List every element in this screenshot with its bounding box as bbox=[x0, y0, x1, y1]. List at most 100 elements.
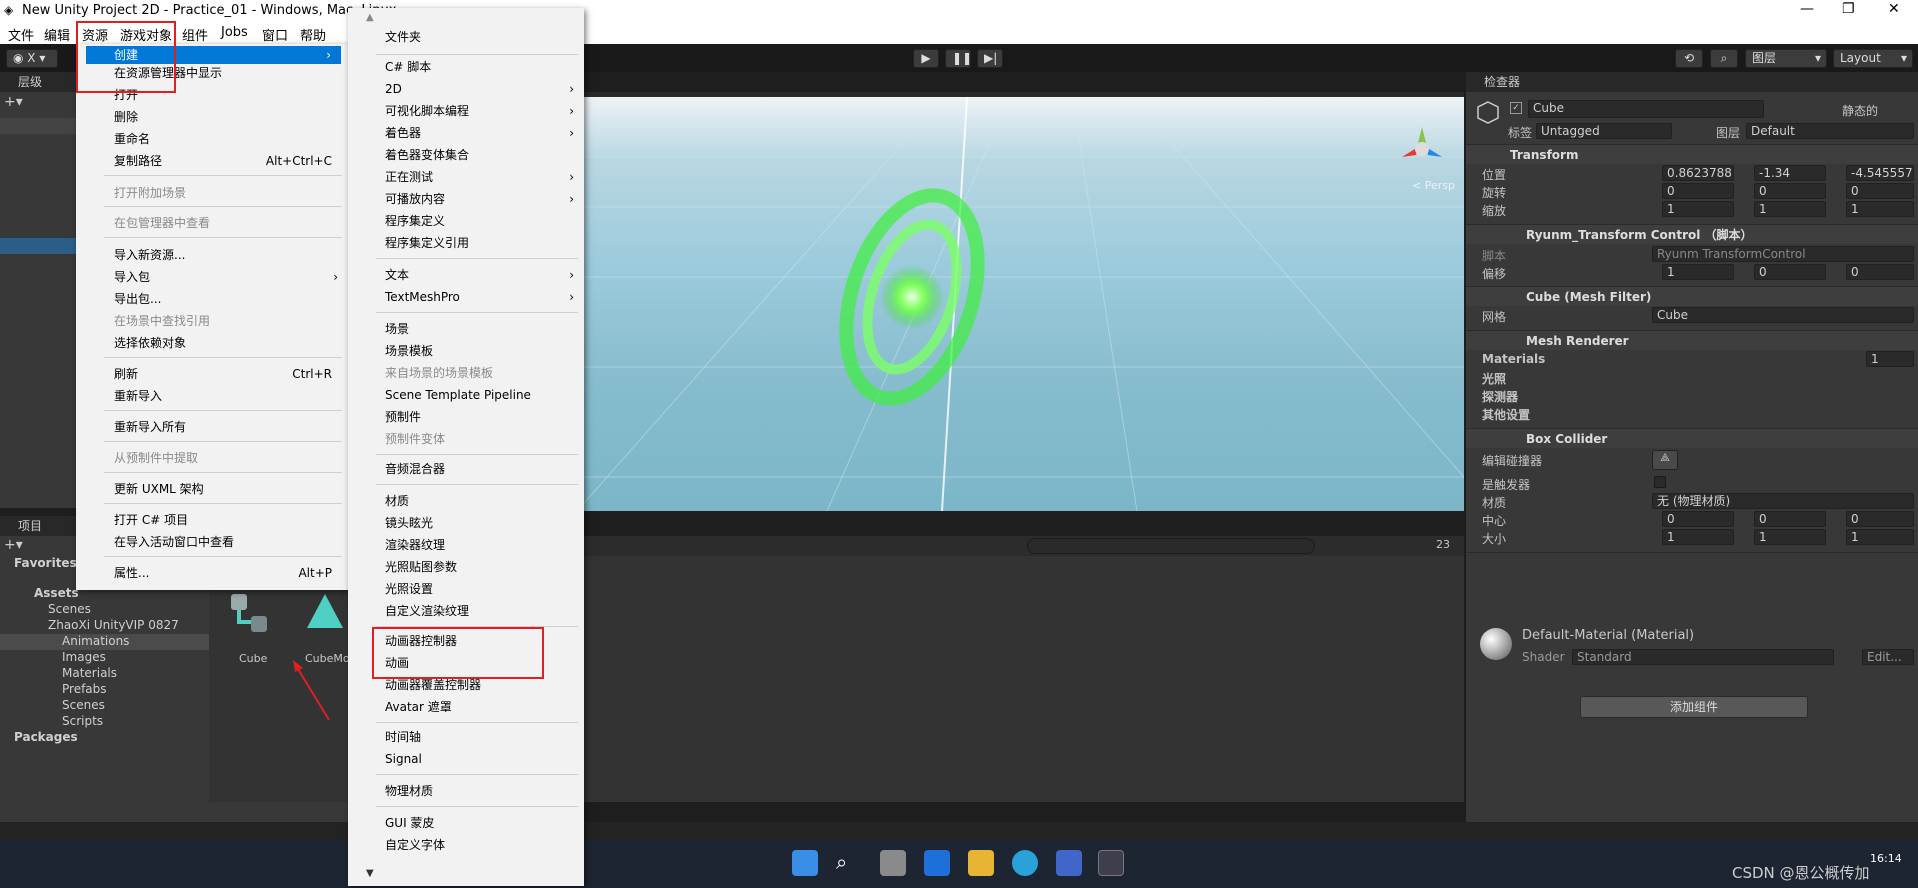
script-component-header[interactable]: Ryunm_Transform Control （脚本） bbox=[1466, 224, 1918, 244]
mesh-renderer-header[interactable]: Mesh Renderer bbox=[1466, 330, 1918, 350]
tag-dropdown[interactable]: Untagged bbox=[1536, 123, 1672, 139]
rot-z[interactable]: 0 bbox=[1846, 183, 1914, 199]
menu-item-copy-path[interactable]: 复制路径 Alt+Ctrl+C bbox=[76, 152, 348, 170]
inspector-tab[interactable]: 检查器 bbox=[1466, 72, 1918, 92]
create-shader-variants[interactable]: 着色器变体集合 bbox=[348, 146, 584, 164]
material-title[interactable]: Default-Material (Material) bbox=[1522, 628, 1694, 643]
close-icon[interactable]: ✕ bbox=[1888, 1, 1900, 17]
create-playables[interactable]: 可播放内容 › bbox=[348, 190, 584, 208]
project-search-input[interactable] bbox=[1027, 538, 1315, 554]
widgets-icon[interactable] bbox=[924, 850, 950, 876]
object-name-field[interactable]: Cube bbox=[1528, 100, 1764, 118]
center-x[interactable]: 0 bbox=[1662, 511, 1734, 527]
create-physic-material[interactable]: 物理材质 bbox=[348, 782, 584, 800]
create-assembly-definition[interactable]: 程序集定义 bbox=[348, 212, 584, 230]
tree-zhaoxi[interactable]: ZhaoXi UnityVIP 0827 bbox=[48, 618, 179, 632]
minimize-icon[interactable]: — bbox=[1800, 1, 1814, 17]
scale-z[interactable]: 1 bbox=[1846, 201, 1914, 217]
menu-help[interactable]: 帮助 bbox=[300, 25, 326, 44]
center-y[interactable]: 0 bbox=[1754, 511, 1826, 527]
create-scene-template-pipeline[interactable]: Scene Template Pipeline bbox=[348, 386, 584, 404]
menu-item-export-package[interactable]: 导出包... bbox=[76, 290, 348, 308]
tree-scenes-sub[interactable]: Scenes bbox=[62, 698, 105, 712]
create-custom-render-texture[interactable]: 自定义渲染纹理 bbox=[348, 602, 584, 620]
taskview-icon[interactable] bbox=[880, 850, 906, 876]
start-icon[interactable] bbox=[792, 850, 818, 876]
center-z[interactable]: 0 bbox=[1846, 511, 1914, 527]
scene-view[interactable]: < Persp bbox=[577, 97, 1464, 511]
persp-label[interactable]: < Persp bbox=[1412, 179, 1455, 192]
menu-item-reimport[interactable]: 重新导入 bbox=[76, 387, 348, 405]
lighting-label[interactable]: 光照 bbox=[1482, 370, 1506, 387]
tree-favorites[interactable]: Favorites bbox=[14, 556, 77, 570]
offset-x[interactable]: 1 bbox=[1662, 264, 1734, 280]
active-checkbox[interactable]: ✓ bbox=[1510, 102, 1522, 114]
static-label[interactable]: 静态的 bbox=[1842, 102, 1878, 119]
create-prefab[interactable]: 预制件 bbox=[348, 408, 584, 426]
store-icon[interactable] bbox=[1056, 850, 1082, 876]
cube-prefab-icon[interactable] bbox=[229, 592, 277, 640]
scale-y[interactable]: 1 bbox=[1754, 201, 1826, 217]
create-scene[interactable]: 场景 bbox=[348, 320, 584, 338]
transform-header[interactable]: Transform bbox=[1466, 144, 1918, 164]
pos-y[interactable]: -1.34 bbox=[1754, 165, 1826, 181]
menu-item-refresh[interactable]: 刷新 Ctrl+R bbox=[76, 365, 348, 383]
account-button[interactable]: ◉ X ▾ bbox=[6, 49, 58, 68]
menu-item-delete[interactable]: 删除 bbox=[76, 108, 348, 126]
create-textmeshpro[interactable]: TextMeshPro › bbox=[348, 288, 584, 306]
project-add-icon[interactable]: +▾ bbox=[4, 537, 23, 553]
tree-animations[interactable]: Animations bbox=[62, 634, 129, 648]
tree-assets[interactable]: Assets bbox=[34, 586, 79, 600]
create-lighting-settings[interactable]: 光照设置 bbox=[348, 580, 584, 598]
other-settings-label[interactable]: 其他设置 bbox=[1482, 406, 1530, 423]
menu-item-rename[interactable]: 重命名 bbox=[76, 130, 348, 148]
scale-x[interactable]: 1 bbox=[1662, 201, 1734, 217]
create-custom-font[interactable]: 自定义字体 bbox=[348, 836, 584, 854]
size-y[interactable]: 1 bbox=[1754, 529, 1826, 545]
create-audio-mixer[interactable]: 音频混合器 bbox=[348, 460, 584, 478]
menu-item-open-csharp-project[interactable]: 打开 C# 项目 bbox=[76, 511, 348, 529]
scene-gizmo[interactable] bbox=[1392, 117, 1452, 177]
create-scene-template[interactable]: 场景模板 bbox=[348, 342, 584, 360]
scroll-down-icon[interactable]: ▼ bbox=[366, 868, 374, 879]
add-component-button[interactable]: 添加组件 bbox=[1580, 696, 1808, 718]
play-button[interactable]: ▶ bbox=[913, 49, 939, 68]
menu-item-import-new-asset[interactable]: 导入新资源... bbox=[76, 246, 348, 264]
size-z[interactable]: 1 bbox=[1846, 529, 1914, 545]
is-trigger-checkbox[interactable] bbox=[1654, 476, 1666, 488]
search-icon[interactable]: ⌕ bbox=[1710, 49, 1738, 68]
hierarchy-scene-row[interactable] bbox=[0, 118, 76, 134]
create-2d[interactable]: 2D › bbox=[348, 80, 584, 98]
collider-material-field[interactable]: 无 (物理材质) bbox=[1652, 493, 1914, 509]
unity-taskbar-icon[interactable] bbox=[1098, 850, 1124, 876]
create-shader[interactable]: 着色器 › bbox=[348, 124, 584, 142]
size-x[interactable]: 1 bbox=[1662, 529, 1734, 545]
menu-item-update-uxml[interactable]: 更新 UXML 架构 bbox=[76, 480, 348, 498]
pause-button[interactable]: ❚❚ bbox=[945, 49, 972, 68]
add-icon[interactable]: +▾ bbox=[4, 94, 23, 110]
tree-prefabs[interactable]: Prefabs bbox=[62, 682, 107, 696]
menu-jobs[interactable]: Jobs bbox=[221, 25, 248, 40]
create-render-texture[interactable]: 渲染器纹理 bbox=[348, 536, 584, 554]
edit-collider-button[interactable]: ⟁ bbox=[1652, 450, 1678, 470]
probes-label[interactable]: 探测器 bbox=[1482, 388, 1518, 405]
tree-packages[interactable]: Packages bbox=[14, 730, 78, 744]
tree-materials[interactable]: Materials bbox=[62, 666, 117, 680]
explorer-icon[interactable] bbox=[968, 850, 994, 876]
shader-edit-button[interactable]: Edit... bbox=[1862, 649, 1914, 665]
menu-window[interactable]: 窗口 bbox=[262, 25, 288, 44]
menu-component[interactable]: 组件 bbox=[182, 25, 208, 44]
materials-count[interactable]: 1 bbox=[1866, 351, 1914, 367]
box-collider-header[interactable]: Box Collider bbox=[1466, 428, 1918, 448]
menu-file[interactable]: 文件 bbox=[8, 25, 34, 44]
rot-y[interactable]: 0 bbox=[1754, 183, 1826, 199]
maximize-icon[interactable]: ❐ bbox=[1842, 1, 1855, 17]
history-icon[interactable]: ⟲ bbox=[1675, 49, 1703, 68]
layer-dropdown[interactable]: Default bbox=[1746, 123, 1914, 139]
tree-scenes[interactable]: Scenes bbox=[48, 602, 91, 616]
menu-edit[interactable]: 编辑 bbox=[44, 25, 70, 44]
layers-dropdown[interactable]: 图层 ▾ bbox=[1745, 49, 1827, 68]
create-csharp-script[interactable]: C# 脚本 bbox=[348, 58, 584, 76]
create-visual-scripting[interactable]: 可视化脚本编程 › bbox=[348, 102, 584, 120]
mesh-field[interactable]: Cube bbox=[1652, 307, 1914, 323]
